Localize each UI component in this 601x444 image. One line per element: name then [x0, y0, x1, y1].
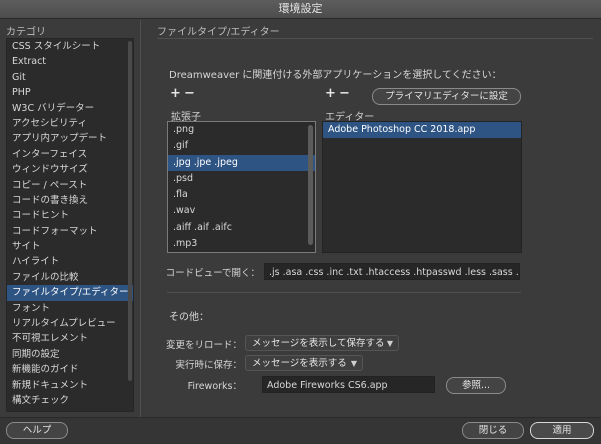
category-header: カテゴリ — [6, 27, 46, 38]
sidebar-item[interactable]: フォント — [7, 301, 133, 316]
reload-select[interactable]: メッセージを表示して保存する ▼ — [245, 335, 399, 351]
sidebar-item[interactable]: サイト — [7, 239, 133, 254]
extension-list-item[interactable]: .aiff .aif .aifc — [168, 220, 315, 236]
sidebar-item[interactable]: W3C バリデーター — [7, 101, 133, 116]
instruction-text: Dreamweaver に関連付ける外部アプリケーションを選択してください： — [169, 70, 502, 81]
remove-editor-button[interactable]: − — [339, 86, 350, 101]
sidebar-item[interactable]: インターフェイス — [7, 147, 133, 162]
category-list[interactable]: CSS スタイルシート Extract Git PHP W3C バリデーター アクセシビリ… — [6, 38, 134, 412]
editor-list-item[interactable]: Adobe Photoshop CC 2018.app — [323, 122, 521, 138]
header-divider — [157, 38, 593, 39]
extension-list-item[interactable]: .jpg .jpe .jpeg — [168, 154, 315, 171]
reload-label: 変更をリロード： — [165, 340, 242, 351]
extension-list-item[interactable]: .fla — [168, 187, 315, 203]
sidebar-item[interactable]: コピー / ペースト — [7, 178, 133, 193]
reload-select-value: メッセージを表示して保存する — [252, 338, 385, 349]
sidebar-item[interactable]: 同期の設定 — [7, 347, 133, 362]
sidebar-item[interactable]: 新規ドキュメント — [7, 378, 133, 393]
extension-list-item[interactable]: .gif — [168, 138, 315, 154]
save-on-run-select-value: メッセージを表示する — [252, 358, 347, 369]
vertical-divider — [140, 20, 141, 417]
code-view-label: コードビューで開く： — [165, 268, 260, 279]
sidebar-item[interactable]: PHP — [7, 85, 133, 100]
sidebar-item[interactable]: Git — [7, 70, 133, 85]
preferences-window: 環境設定 カテゴリ ファイルタイプ/エディター CSS スタイルシート Extra… — [0, 0, 601, 444]
extensions-scrollbar[interactable] — [308, 125, 313, 245]
extension-list-item[interactable]: .wav — [168, 203, 315, 219]
save-on-run-label: 実行時に保存： — [175, 360, 242, 371]
extension-list-item[interactable]: .png — [168, 122, 315, 138]
remove-extension-button[interactable]: − — [184, 86, 195, 101]
sidebar-item[interactable]: コードヒント — [7, 208, 133, 223]
other-header: その他： — [169, 312, 209, 323]
sidebar-item[interactable]: コードの書き換え — [7, 193, 133, 208]
editors-list[interactable]: Adobe Photoshop CC 2018.app — [322, 121, 522, 253]
apply-button[interactable]: 適用 — [530, 422, 594, 439]
add-editor-button[interactable]: + — [325, 86, 336, 101]
sidebar-item[interactable]: ハイライト — [7, 254, 133, 269]
sidebar-item[interactable]: CSS スタイルシート — [7, 39, 133, 54]
sidebar-item[interactable]: Extract — [7, 54, 133, 69]
sidebar-item[interactable]: ファイルタイプ/エディター — [7, 285, 133, 301]
browse-button[interactable]: 参照... — [446, 377, 506, 394]
section-divider — [167, 292, 521, 293]
fireworks-path-field[interactable]: Adobe Fireworks CS6.app — [262, 376, 435, 393]
close-button[interactable]: 閉じる — [462, 422, 524, 439]
add-extension-button[interactable]: + — [170, 86, 181, 101]
extensions-list[interactable]: .png .gif .jpg .jpe .jpeg .psd .fla .wav .aiff… — [167, 121, 316, 253]
code-view-extensions-field[interactable]: .js .asa .css .inc .txt .htaccess .htpas… — [264, 263, 520, 280]
sidebar-item[interactable]: アクセシビリティ — [7, 116, 133, 131]
sidebar-item[interactable]: コードフォーマット — [7, 224, 133, 239]
save-on-run-select[interactable]: メッセージを表示する ▼ — [245, 355, 363, 371]
panel-title: ファイルタイプ/エディター — [157, 27, 280, 38]
set-primary-editor-button[interactable]: プライマリエディターに設定 — [372, 88, 521, 105]
extension-list-item[interactable]: .psd — [168, 171, 315, 187]
help-button[interactable]: ヘルプ — [6, 422, 68, 439]
sidebar-item[interactable]: アプリ内アップデート — [7, 131, 133, 146]
sidebar-item[interactable]: 不可視エレメント — [7, 331, 133, 346]
chevron-down-icon: ▼ — [350, 359, 357, 368]
sidebar-item[interactable]: リアルタイムプレビュー — [7, 316, 133, 331]
sidebar-item[interactable]: 構文チェック — [7, 393, 133, 408]
sidebar-item[interactable]: ウィンドウサイズ — [7, 162, 133, 177]
fireworks-label: Fireworks： — [187, 381, 242, 392]
sidebar-item[interactable]: 新機能のガイド — [7, 362, 133, 377]
sidebar-item[interactable]: ファイルの比較 — [7, 270, 133, 285]
chevron-down-icon: ▼ — [386, 339, 393, 348]
extension-list-item[interactable]: .mp3 — [168, 236, 315, 252]
category-scrollbar[interactable] — [128, 41, 132, 381]
window-title: 環境設定 — [0, 0, 601, 19]
